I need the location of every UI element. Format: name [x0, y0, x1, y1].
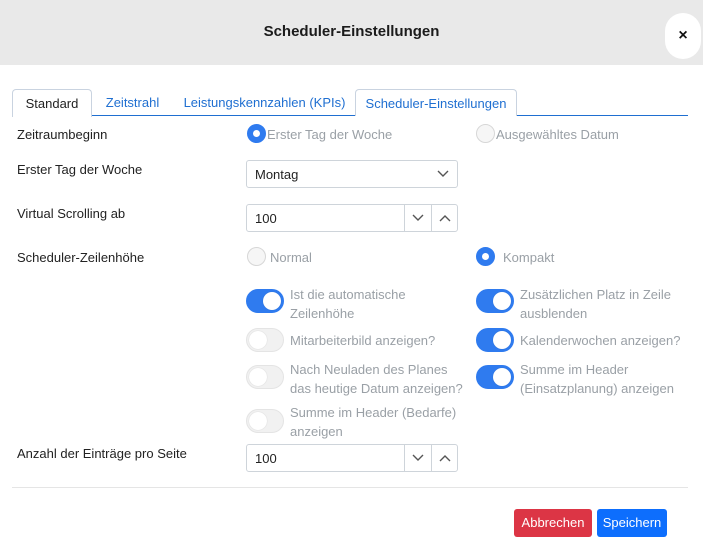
chevron-up-icon: [439, 455, 451, 462]
virtual-scrolling-decrement[interactable]: [404, 205, 430, 231]
chevron-down-icon: [437, 170, 449, 177]
toggle-label-line: Summe im Header (Bedarfe): [290, 405, 457, 420]
toggle-label-line: anzeigen: [290, 424, 343, 439]
toggle-hide-extra-space-label: Zusätzlichen Platz in Zeile ausblenden: [520, 285, 671, 323]
toggle-label-line: Zusätzlichen Platz in Zeile: [520, 287, 672, 302]
close-icon: ×: [678, 27, 688, 44]
virtual-scrolling-stepper[interactable]: 100: [246, 204, 458, 232]
toggle-label-line: (Einsatzplanung) anzeigen: [520, 381, 674, 396]
toggle-label-line: Ist die automatische: [290, 287, 406, 302]
toggle-label-line: Mitarbeiterbild anzeigen?: [290, 333, 436, 348]
tab-kpis[interactable]: Leistungskennzahlen (KPIs): [182, 89, 347, 116]
toggle-employee-image-label: Mitarbeiterbild anzeigen?: [290, 331, 435, 350]
radio-first-weekday[interactable]: [247, 124, 266, 143]
toggle-calendar-weeks[interactable]: [476, 328, 514, 352]
entries-per-page-stepper[interactable]: 100: [246, 444, 458, 472]
toggle-label-line: ausblenden: [520, 306, 588, 321]
toggle-sum-header-planning-label: Summe im Header (Einsatzplanung) anzeige…: [520, 360, 674, 398]
tab-scheduler-einstellungen[interactable]: Scheduler-Einstellungen: [355, 89, 517, 116]
chevron-up-icon: [439, 215, 451, 222]
virtual-scrolling-label: Virtual Scrolling ab: [17, 206, 126, 221]
tab-zeitstrahl[interactable]: Zeitstrahl: [99, 89, 166, 116]
entries-per-page-value: 100: [255, 451, 277, 466]
toggle-label-line: Kalenderwochen anzeigen?: [520, 333, 681, 348]
chevron-down-icon: [412, 454, 424, 461]
radio-row-normal[interactable]: [247, 247, 266, 266]
toggle-show-today[interactable]: [246, 365, 284, 389]
footer-divider: [12, 487, 688, 488]
first-weekday-label: Erster Tag der Woche: [17, 162, 143, 177]
toggle-show-today-label: Nach Neuladen des Planes das heutige Dat…: [290, 360, 463, 398]
chevron-down-icon: [412, 214, 424, 221]
toggle-employee-image[interactable]: [246, 328, 284, 352]
toggle-sum-header-demand[interactable]: [246, 409, 284, 433]
close-button[interactable]: ×: [665, 13, 701, 59]
toggle-sum-header-planning[interactable]: [476, 365, 514, 389]
toggle-label-line: das heutige Datum anzeigen?: [290, 381, 463, 396]
toggle-auto-row-height[interactable]: [246, 289, 284, 313]
toggle-sum-header-demand-label: Summe im Header (Bedarfe) anzeigen: [290, 403, 456, 441]
first-weekday-value: Montag: [255, 167, 299, 182]
first-weekday-select[interactable]: Montag: [246, 160, 458, 188]
dialog-title: Scheduler-Einstellungen: [263, 23, 440, 40]
cancel-button[interactable]: Abbrechen: [514, 509, 592, 537]
tab-bar: Standard Zeitstrahl Leistungskennzahlen …: [12, 89, 688, 117]
radio-selected-date[interactable]: [476, 124, 495, 143]
radio-row-normal-label: Normal: [270, 250, 312, 265]
virtual-scrolling-value: 100: [255, 211, 277, 226]
toggle-auto-row-height-label: Ist die automatische Zeilenhöhe: [290, 285, 406, 323]
radio-first-weekday-label: Erster Tag der Woche: [267, 127, 393, 142]
toggle-hide-extra-space[interactable]: [476, 289, 514, 313]
toggle-label-line: Zeilenhöhe: [290, 306, 355, 321]
virtual-scrolling-increment[interactable]: [431, 205, 457, 231]
radio-selected-date-label: Ausgewähltes Datum: [496, 127, 619, 142]
period-start-label: Zeitraumbeginn: [17, 127, 108, 142]
tab-standard[interactable]: Standard: [12, 89, 92, 117]
entries-per-page-label: Anzahl der Einträge pro Seite: [17, 446, 187, 461]
row-height-label: Scheduler-Zeilenhöhe: [17, 250, 145, 265]
toggle-label-line: Summe im Header: [520, 362, 629, 377]
save-button[interactable]: Speichern: [597, 509, 667, 537]
toggle-label-line: Nach Neuladen des Planes: [290, 362, 448, 377]
radio-row-compact-label: Kompakt: [503, 250, 555, 265]
radio-row-compact[interactable]: [476, 247, 495, 266]
toggle-calendar-weeks-label: Kalenderwochen anzeigen?: [520, 331, 680, 350]
entries-per-page-decrement[interactable]: [404, 445, 430, 471]
entries-per-page-increment[interactable]: [431, 445, 457, 471]
